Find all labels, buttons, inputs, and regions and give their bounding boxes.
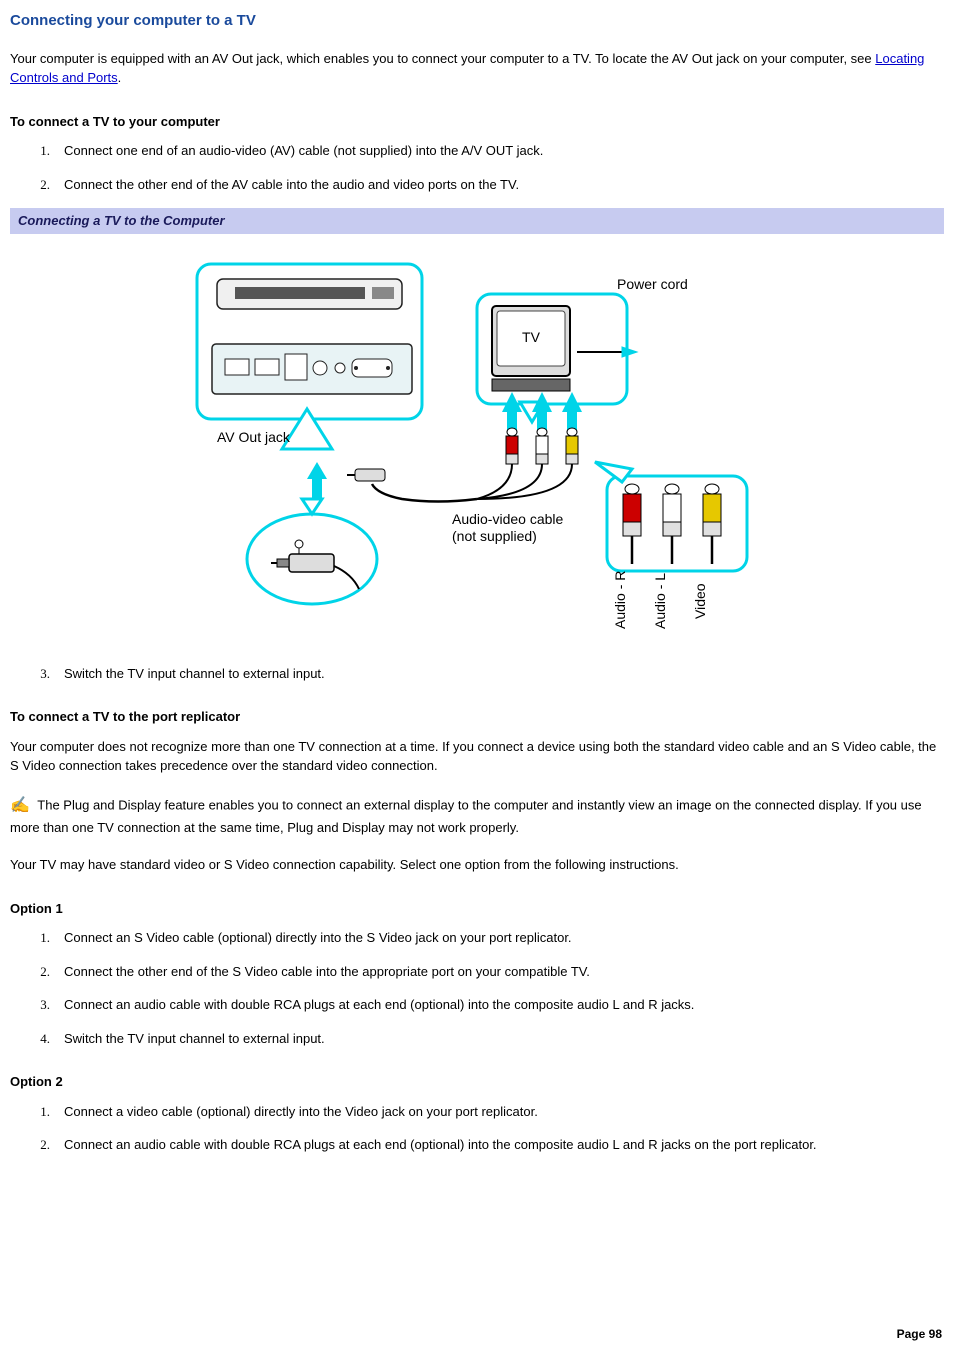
list-item: 1. Connect an S Video cable (optional) d… xyxy=(10,928,944,948)
subheading-port-replicator: To connect a TV to the port replicator xyxy=(10,707,944,727)
label-av-cable-line1: Audio-video cable xyxy=(452,511,564,527)
note-paragraph: ✍ The Plug and Display feature enables y… xyxy=(10,794,944,838)
list-number: 2. xyxy=(10,962,64,982)
figure-diagram: AV Out jack TV Power cord xyxy=(10,244,944,644)
list-number: 1. xyxy=(10,1102,64,1122)
label-power-cord: Power cord xyxy=(617,276,688,292)
subheading-connect-tv: To connect a TV to your computer xyxy=(10,112,944,132)
list-number: 2. xyxy=(10,175,64,195)
step-text: Connect an S Video cable (optional) dire… xyxy=(64,928,944,948)
replicator-paragraph-1: Your computer does not recognize more th… xyxy=(10,737,944,776)
step-text: Switch the TV input channel to external … xyxy=(64,664,944,684)
list-item: 3. Connect an audio cable with double RC… xyxy=(10,995,944,1015)
note-text: The Plug and Display feature enables you… xyxy=(10,797,922,835)
option2-steps: 1. Connect a video cable (optional) dire… xyxy=(10,1102,944,1155)
option2-heading: Option 2 xyxy=(10,1072,944,1092)
step-text: Connect the other end of the S Video cab… xyxy=(64,962,944,982)
label-av-out-jack: AV Out jack xyxy=(217,429,291,445)
steps-connect-tv-bottom: 3. Switch the TV input channel to extern… xyxy=(10,664,944,684)
label-video: Video xyxy=(692,583,708,619)
list-number: 2. xyxy=(10,1135,64,1155)
option1-heading: Option 1 xyxy=(10,899,944,919)
list-item: 1. Connect a video cable (optional) dire… xyxy=(10,1102,944,1122)
replicator-paragraph-2: Your TV may have standard video or S Vid… xyxy=(10,855,944,875)
intro-text-after: . xyxy=(118,70,122,85)
list-number: 3. xyxy=(10,664,64,684)
label-av-cable-line2: (not supplied) xyxy=(452,528,537,544)
list-number: 4. xyxy=(10,1029,64,1049)
label-audio-l: Audio - L xyxy=(652,572,668,628)
page-title: Connecting your computer to a TV xyxy=(10,10,944,33)
list-item: 1. Connect one end of an audio-video (AV… xyxy=(10,141,944,161)
list-item: 2. Connect the other end of the AV cable… xyxy=(10,175,944,195)
list-number: 1. xyxy=(10,928,64,948)
step-text: Connect a video cable (optional) directl… xyxy=(64,1102,944,1122)
list-item: 2. Connect the other end of the S Video … xyxy=(10,962,944,982)
intro-paragraph: Your computer is equipped with an AV Out… xyxy=(10,49,944,88)
page-number: Page 98 xyxy=(897,1325,942,1343)
note-icon: ✍ xyxy=(10,794,30,818)
list-number: 3. xyxy=(10,995,64,1015)
list-item: 3. Switch the TV input channel to extern… xyxy=(10,664,944,684)
label-tv: TV xyxy=(522,329,541,345)
connection-diagram-svg: AV Out jack TV Power cord xyxy=(177,244,777,644)
option1-steps: 1. Connect an S Video cable (optional) d… xyxy=(10,928,944,1048)
steps-connect-tv-top: 1. Connect one end of an audio-video (AV… xyxy=(10,141,944,194)
figure-caption: Connecting a TV to the Computer xyxy=(10,208,944,234)
step-text: Connect an audio cable with double RCA p… xyxy=(64,995,944,1015)
list-item: 2. Connect an audio cable with double RC… xyxy=(10,1135,944,1155)
step-text: Connect the other end of the AV cable in… xyxy=(64,175,944,195)
intro-text-before: Your computer is equipped with an AV Out… xyxy=(10,51,875,66)
step-text: Connect an audio cable with double RCA p… xyxy=(64,1135,944,1155)
list-item: 4. Switch the TV input channel to extern… xyxy=(10,1029,944,1049)
list-number: 1. xyxy=(10,141,64,161)
step-text: Switch the TV input channel to external … xyxy=(64,1029,944,1049)
step-text: Connect one end of an audio-video (AV) c… xyxy=(64,141,944,161)
label-audio-r: Audio - R xyxy=(612,570,628,628)
